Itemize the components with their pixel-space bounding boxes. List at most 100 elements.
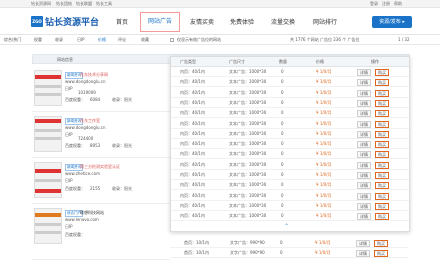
ad-qty: 0 bbox=[281, 172, 284, 177]
site-ip-label: 日IP bbox=[65, 224, 73, 229]
ad-row: 内页：40/1内 文本广告：1000*30 0 ¥ 1/0/月 详情 购买 bbox=[171, 139, 409, 150]
filter-composite[interactable]: 综合/热门 bbox=[4, 37, 21, 43]
ad-type: 内页：40/1内 bbox=[180, 182, 205, 188]
filter-weight[interactable]: 权重 bbox=[34, 37, 42, 43]
filter-index[interactable]: 收录 bbox=[55, 37, 63, 43]
site-domain[interactable]: www.zhetice.com bbox=[65, 171, 100, 176]
nav-site-ads[interactable]: 网站广告 bbox=[140, 12, 180, 32]
topbar-login[interactable]: 登录 bbox=[370, 1, 378, 7]
buy-button[interactable]: 购买 bbox=[375, 161, 389, 169]
buy-button[interactable]: 购买 bbox=[375, 213, 389, 221]
ad-qty: 0 bbox=[281, 213, 284, 219]
detail-button[interactable]: 详情 bbox=[357, 192, 371, 200]
nav-traffic-exchange[interactable]: 流量交换 bbox=[271, 17, 295, 26]
buy-button[interactable]: 购买 bbox=[375, 110, 389, 118]
buy-button[interactable]: 购买 bbox=[375, 192, 389, 200]
logo-mark[interactable]: ZGO bbox=[31, 16, 43, 27]
site-name-link[interactable]: 东东技术分享网 bbox=[80, 72, 108, 78]
site-domain[interactable]: www.dongdonglu.cn bbox=[65, 125, 106, 130]
ad-qty: 0 bbox=[281, 69, 284, 74]
buy-button[interactable]: 购买 bbox=[375, 69, 389, 76]
ad-price: ¥ 1/0/月 bbox=[316, 130, 332, 136]
buy-button[interactable]: 购买 bbox=[375, 130, 389, 138]
ad-row: 内页：40/1内 文本广告：1000*30 0 ¥ 1/0/月 详情 购买 bbox=[171, 67, 409, 77]
site-name-link[interactable]: 联想科技网站 bbox=[80, 210, 104, 216]
ad-row: 内页：40/1内 文本广告：1000*30 0 ¥ 1/0/月 详情 购买 bbox=[171, 98, 409, 108]
ad-row: 内页：40/1内 文本广告：1000*30 0 ¥ 1/0/月 详情 购买 bbox=[171, 119, 409, 129]
buy-button[interactable]: 购买 bbox=[375, 182, 389, 190]
detail-button[interactable]: 详情 bbox=[357, 141, 371, 149]
ad-qty: 0 bbox=[281, 182, 284, 188]
nav-ranking[interactable]: 网站排行 bbox=[313, 17, 337, 26]
ad-type: 内页：40/1内 bbox=[180, 79, 205, 85]
pagination[interactable]: 1 / 32 bbox=[398, 37, 410, 42]
logo-text[interactable]: 钻长资源平台 bbox=[45, 15, 99, 28]
popup-col-action: 操作 bbox=[371, 59, 379, 64]
topbar-help[interactable]: 帮助 bbox=[394, 1, 402, 7]
chevron-up-icon[interactable]: ⌃ bbox=[284, 223, 289, 230]
detail-button[interactable]: 详情 bbox=[356, 240, 370, 247]
filter-price[interactable]: 价格 bbox=[98, 37, 106, 43]
detail-button[interactable]: 详情 bbox=[357, 182, 371, 190]
detail-button[interactable]: 详情 bbox=[357, 161, 371, 169]
ad-type: 内页：40/1内 bbox=[180, 110, 205, 116]
detail-button[interactable]: 详情 bbox=[357, 172, 371, 179]
site-baidu-value: 6084 bbox=[90, 97, 101, 102]
ad-row: 首页：10/1内 文字广告：990*90 0 ¥ 1/0/月 详情 购买 bbox=[170, 248, 408, 258]
detail-button[interactable]: 详情 bbox=[357, 99, 371, 107]
buy-button[interactable]: 购买 bbox=[375, 99, 389, 107]
publish-button[interactable]: 资源/发布 ▸ bbox=[372, 16, 412, 28]
nav-free-trial[interactable]: 免费体验 bbox=[230, 17, 254, 26]
filter-favorite[interactable]: 收藏 bbox=[141, 37, 149, 43]
site-domain[interactable]: www.lenovo.com bbox=[65, 217, 99, 222]
buy-button[interactable]: 购买 bbox=[375, 120, 389, 128]
detail-button[interactable]: 详情 bbox=[357, 120, 371, 128]
valid-only-checkbox[interactable] bbox=[170, 38, 174, 42]
detail-button[interactable]: 详情 bbox=[357, 79, 371, 87]
site-name-link[interactable]: 东东工作室 bbox=[80, 118, 100, 124]
ad-qty: 0 bbox=[281, 141, 284, 147]
buy-button[interactable]: 购买 bbox=[375, 79, 389, 87]
buy-button[interactable]: 购买 bbox=[375, 141, 389, 149]
filter-ip[interactable]: 日IP bbox=[77, 37, 85, 43]
popup-col-price: 价格 bbox=[316, 59, 324, 64]
site-thumbnail[interactable] bbox=[34, 162, 62, 198]
site-name-link[interactable]: 第三方检测实验室认证 bbox=[80, 164, 120, 170]
filter-review[interactable]: 评论 bbox=[118, 37, 126, 43]
ad-row: 内页：40/1内 文本广告：1000*30 0 ¥ 1/0/月 详情 购买 bbox=[171, 211, 409, 222]
topbar-link[interactable]: 钻长工具 bbox=[96, 1, 112, 7]
detail-button[interactable]: 详情 bbox=[357, 130, 371, 138]
topbar-link[interactable]: 钻长资源网 bbox=[31, 1, 51, 7]
detail-button[interactable]: 详情 bbox=[357, 110, 371, 118]
results-summary: 共 1776 个网站 广告位 236 个 广告位 bbox=[290, 37, 360, 42]
ad-type: 内页：40/1内 bbox=[180, 69, 205, 74]
buy-button[interactable]: 购买 bbox=[375, 89, 389, 97]
buy-button[interactable]: 购买 bbox=[374, 250, 388, 257]
detail-button[interactable]: 详情 bbox=[357, 202, 371, 210]
buy-button[interactable]: 购买 bbox=[375, 151, 389, 159]
site-thumbnail[interactable] bbox=[34, 116, 62, 152]
detail-button[interactable]: 详情 bbox=[357, 89, 371, 97]
buy-button[interactable]: 购买 bbox=[374, 240, 388, 247]
popup-header: 广告类型 广告尺寸 数量 价格 操作 bbox=[171, 57, 409, 67]
nav-friend-links[interactable]: 友情买卖 bbox=[190, 17, 214, 26]
ad-qty: 0 bbox=[281, 120, 284, 126]
ad-row: 内页：40/1内 文本广告：1000*30 0 ¥ 1/0/月 详情 购买 bbox=[171, 129, 409, 139]
ad-price: ¥ 1/0/月 bbox=[316, 213, 332, 219]
buy-button[interactable]: 购买 bbox=[375, 172, 389, 179]
site-domain[interactable]: www.dongdonglu.cn bbox=[65, 79, 106, 84]
site-thumbnail[interactable] bbox=[34, 208, 62, 244]
valid-only-label: 仅显示有效广告位的网站 bbox=[177, 37, 221, 42]
detail-button[interactable]: 详情 bbox=[357, 213, 371, 221]
nav-home[interactable]: 首页 bbox=[116, 17, 128, 26]
detail-button[interactable]: 详情 bbox=[357, 69, 371, 76]
topbar-register[interactable]: 注册 bbox=[382, 1, 390, 7]
topbar-link[interactable]: 钻长联盟 bbox=[76, 1, 92, 7]
site-thumbnail[interactable] bbox=[34, 70, 62, 106]
ad-size: 文本广告：1000*30 bbox=[229, 79, 267, 85]
buy-button[interactable]: 购买 bbox=[375, 202, 389, 210]
detail-button[interactable]: 详情 bbox=[357, 151, 371, 159]
topbar-link[interactable]: 钻长团结 bbox=[56, 1, 72, 7]
detail-button[interactable]: 详情 bbox=[356, 250, 370, 257]
ad-size: 文字广告：990*90 bbox=[230, 250, 265, 255]
